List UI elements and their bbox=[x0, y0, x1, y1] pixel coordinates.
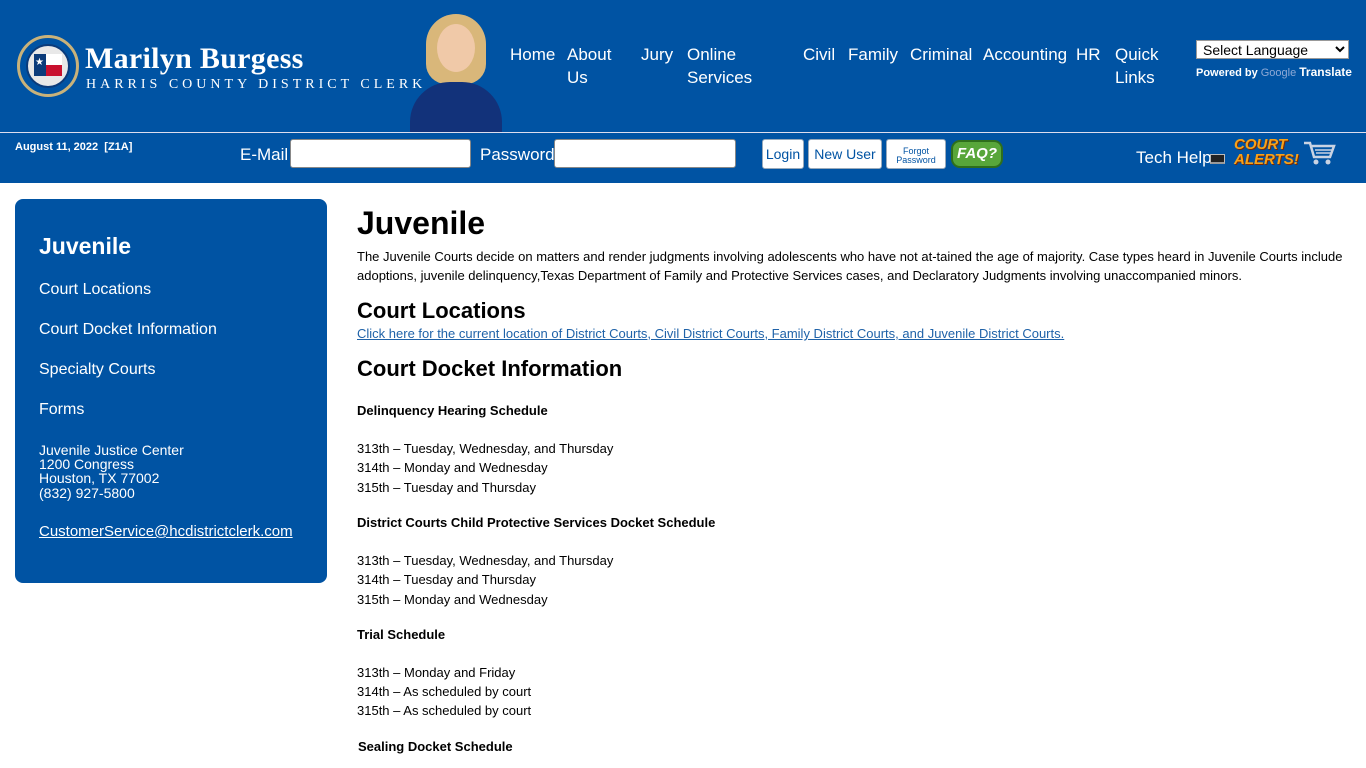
nav-accounting[interactable]: Accounting bbox=[983, 43, 1067, 66]
sidebar-title: Juvenile bbox=[39, 233, 132, 259]
schedule-line: 315th – Tuesday and Thursday bbox=[357, 480, 536, 495]
court-docket-heading: Court Docket Information bbox=[357, 356, 623, 381]
password-label: Password bbox=[480, 145, 555, 164]
email-field[interactable] bbox=[290, 139, 471, 168]
nav-family[interactable]: Family bbox=[848, 43, 898, 66]
sidebar-item-forms[interactable]: Forms bbox=[39, 401, 84, 419]
google-logo[interactable]: Google bbox=[1261, 67, 1296, 79]
current-date: August 11, 2022 [Z1A] bbox=[15, 141, 133, 153]
nav-criminal[interactable]: Criminal bbox=[910, 43, 972, 66]
intro-paragraph: The Juvenile Courts decide on matters an… bbox=[357, 249, 1343, 283]
sidebar-item-court-locations[interactable]: Court Locations bbox=[39, 281, 151, 299]
schedule-line: 314th – Monday and Wednesday bbox=[357, 460, 548, 475]
nav-home[interactable]: Home bbox=[510, 43, 555, 66]
schedule-line: 313th – Monday and Friday bbox=[357, 665, 516, 680]
court-locations-link[interactable]: Click here for the current location of D… bbox=[357, 326, 1064, 341]
nav-online-services[interactable]: Online Services bbox=[687, 43, 757, 89]
site-header: ★ Marilyn Burgess HARRIS COUNTY DISTRICT… bbox=[0, 0, 1366, 132]
court-locations-heading: Court Locations bbox=[357, 298, 526, 323]
clerk-name[interactable]: Marilyn Burgess bbox=[85, 42, 304, 76]
shopping-cart-icon[interactable] bbox=[1302, 139, 1336, 167]
translate-link[interactable]: Translate bbox=[1299, 65, 1352, 79]
forgot-password-button[interactable]: Forgot Password bbox=[886, 139, 946, 169]
clerk-subtitle: HARRIS COUNTY DISTRICT CLERK bbox=[86, 77, 427, 92]
schedule-line: 313th – Tuesday, Wednesday, and Thursday bbox=[357, 553, 614, 568]
password-field[interactable] bbox=[554, 139, 736, 168]
new-user-button[interactable]: New User bbox=[808, 139, 882, 169]
flag-white-stripe bbox=[46, 54, 62, 65]
sealing-schedule-title: Sealing Docket Schedule bbox=[358, 739, 513, 754]
sidebar-item-court-docket-information[interactable]: Court Docket Information bbox=[39, 321, 217, 339]
address-phone: (832) 927-5800 bbox=[39, 485, 135, 501]
star-icon: ★ bbox=[35, 57, 44, 68]
nav-hr[interactable]: HR bbox=[1076, 43, 1101, 66]
schedule-line: 314th – Tuesday and Thursday bbox=[357, 572, 536, 587]
faq-button[interactable]: FAQ? bbox=[951, 140, 1003, 168]
nav-about-us[interactable]: About Us bbox=[567, 43, 627, 89]
nav-quick-links[interactable]: Quick Links bbox=[1115, 43, 1175, 89]
customer-service-email-link[interactable]: CustomerService@hcdistrictclerk.com bbox=[39, 523, 293, 540]
sidebar-item-specialty-courts[interactable]: Specialty Courts bbox=[39, 361, 156, 379]
language-select[interactable]: Select Language bbox=[1196, 40, 1349, 59]
schedule-line: 313th – Tuesday, Wednesday, and Thursday bbox=[357, 441, 614, 456]
login-button[interactable]: Login bbox=[762, 139, 804, 169]
schedule-line: 314th – As scheduled by court bbox=[357, 684, 532, 699]
nav-jury[interactable]: Jury bbox=[641, 43, 673, 66]
sidebar: Juvenile Court Locations Court Docket In… bbox=[15, 199, 327, 583]
clerk-portrait bbox=[410, 12, 502, 132]
google-translate-attribution: Powered by Google Translate bbox=[1196, 65, 1352, 79]
email-label: E-Mail bbox=[240, 145, 289, 164]
delinquency-schedule-title: Delinquency Hearing Schedule bbox=[357, 403, 548, 418]
flag-red-stripe bbox=[46, 65, 62, 76]
tech-help-link[interactable]: Tech Help bbox=[1136, 148, 1212, 168]
schedule-line: 315th – As scheduled by court bbox=[357, 703, 532, 718]
nav-civil[interactable]: Civil bbox=[803, 43, 835, 66]
seal-emblem: ★ bbox=[26, 44, 70, 88]
laptop-icon[interactable] bbox=[1210, 154, 1225, 164]
cps-schedule-title: District Courts Child Protective Service… bbox=[357, 515, 716, 530]
county-seal-logo[interactable]: ★ bbox=[17, 35, 79, 97]
schedule-line: 315th – Monday and Wednesday bbox=[357, 592, 548, 607]
court-alerts-button[interactable]: COURT ALERTS! bbox=[1234, 137, 1299, 169]
login-bar: August 11, 2022 [Z1A] E-Mail Password Lo… bbox=[0, 133, 1366, 183]
address-city: Houston, TX 77002 bbox=[39, 470, 160, 486]
trial-schedule-title: Trial Schedule bbox=[357, 627, 446, 642]
page-title: Juvenile bbox=[357, 205, 486, 241]
